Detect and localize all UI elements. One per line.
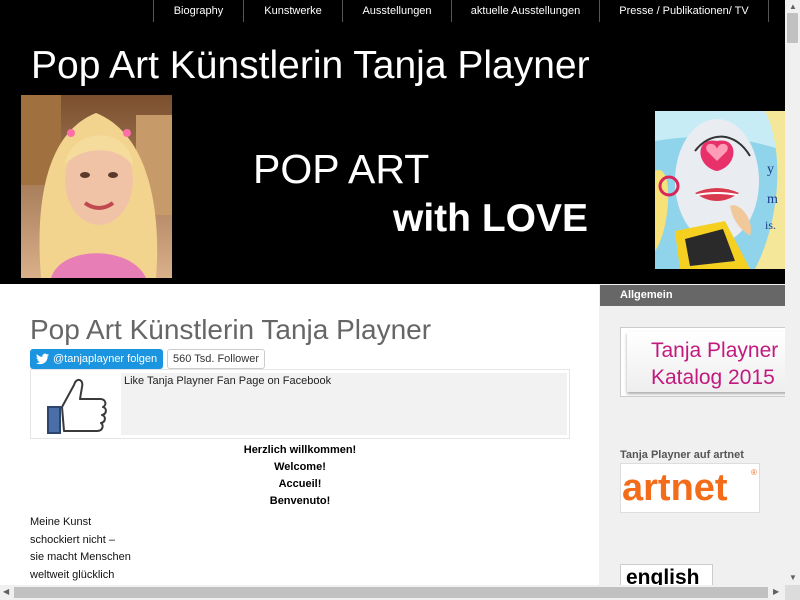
artnet-heading: Tanja Playner auf artnet xyxy=(620,449,744,461)
scroll-right-arrow-icon[interactable]: ▶ xyxy=(773,588,779,596)
katalog-banner-card: Tanja Playner Katalog 2015 xyxy=(627,332,785,392)
nav-item-presse[interactable]: Presse / Publikationen/ TV xyxy=(599,0,769,22)
intro-line: Meine Kunst xyxy=(30,516,92,528)
twitter-follow-button[interactable]: @tanjaplayner folgen xyxy=(30,349,163,369)
sidebar: Allgemein Tanja Playner Katalog 2015 Tan… xyxy=(599,284,785,585)
facebook-like-box: Like Tanja Playner Fan Page on Facebook xyxy=(30,369,570,439)
main-title: Pop Art Künstlerin Tanja Playner xyxy=(30,314,432,345)
svg-text:is.: is. xyxy=(765,218,776,232)
registered-mark: ® xyxy=(751,468,757,477)
artnet-logo: artnet xyxy=(622,467,728,509)
svg-text:m: m xyxy=(767,192,778,207)
english-language-link[interactable]: english xyxy=(620,564,713,585)
katalog-year: Katalog 2015 xyxy=(651,366,775,389)
pop-art-painting: y m is. xyxy=(655,111,785,269)
artnet-logo-link[interactable]: artnet ® xyxy=(620,463,760,513)
twitter-follow-label: @tanjaplayner folgen xyxy=(53,353,158,365)
nav-item-ausstellungen[interactable]: Ausstellungen xyxy=(342,0,451,22)
welcome-line-it: Benvenuto! xyxy=(269,495,331,507)
page: Biography Kunstwerke Ausstellungen aktue… xyxy=(0,0,785,585)
twitter-follower-count[interactable]: 560 Tsd. Follower xyxy=(167,349,266,369)
svg-text:y: y xyxy=(767,162,774,177)
intro-text: Meine Kunst schockiert nicht – sie macht… xyxy=(30,514,131,584)
intro-line: schockiert nicht – xyxy=(30,533,115,546)
nav-item-biography[interactable]: Biography xyxy=(153,0,243,22)
welcome-line-de: Herzlich willkommen! xyxy=(243,444,357,456)
welcome-greetings: Herzlich willkommen! Welcome! Accueil! B… xyxy=(30,442,570,510)
scroll-down-arrow-icon[interactable]: ▼ xyxy=(789,574,797,582)
slogan-with-love: with LOVE xyxy=(393,197,588,240)
nav-item-kunstwerke[interactable]: Kunstwerke xyxy=(243,0,342,22)
facebook-fan-page-link[interactable]: Like Tanja Playner Fan Page on Facebook xyxy=(121,373,567,435)
site-header: Pop Art Künstlerin Tanja Playner POP ART… xyxy=(0,22,785,284)
nav-item-aktuelle-ausstellungen[interactable]: aktuelle Ausstellungen xyxy=(451,0,599,22)
slogan-pop-art: POP ART xyxy=(253,146,430,192)
site-title[interactable]: Pop Art Künstlerin Tanja Playner xyxy=(31,42,590,90)
top-navigation: Biography Kunstwerke Ausstellungen aktue… xyxy=(0,0,785,22)
twitter-bird-icon xyxy=(36,353,49,365)
thumbs-up-icon[interactable] xyxy=(34,373,118,435)
scrollbar-corner xyxy=(785,585,800,600)
intro-line: weltweit glücklich xyxy=(30,568,115,581)
vertical-scrollbar[interactable]: ▲ ▼ xyxy=(785,0,800,585)
scroll-up-arrow-icon[interactable]: ▲ xyxy=(789,3,797,11)
scroll-left-arrow-icon[interactable]: ◀ xyxy=(3,588,9,596)
vertical-scroll-thumb[interactable] xyxy=(787,13,798,43)
horizontal-scroll-thumb[interactable] xyxy=(14,587,768,598)
katalog-title: Tanja Playner xyxy=(651,339,779,362)
intro-line: sie macht Menschen xyxy=(30,551,131,563)
katalog-banner[interactable]: Tanja Playner Katalog 2015 xyxy=(620,327,785,397)
welcome-line-fr: Accueil! xyxy=(278,478,322,490)
horizontal-scrollbar[interactable]: ◀ ▶ xyxy=(0,585,785,600)
welcome-line-en: Welcome! xyxy=(274,461,326,473)
artist-portrait xyxy=(21,95,172,278)
sidebar-heading: Allgemein xyxy=(600,285,785,306)
